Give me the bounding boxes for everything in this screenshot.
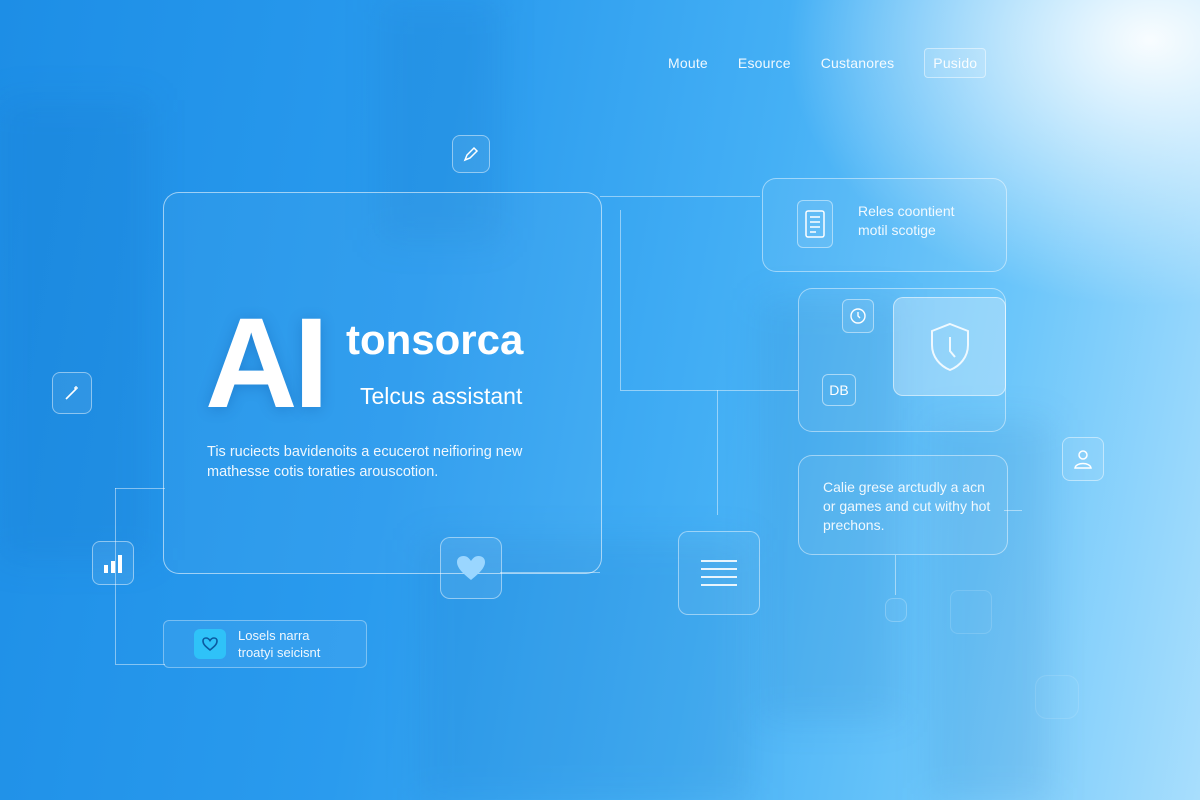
hero-ai-mark: AI	[205, 292, 329, 435]
chart-tile[interactable]	[92, 541, 134, 585]
info-card-top-text: Reles coontient motil scotige	[858, 203, 955, 238]
faded-tile	[885, 598, 907, 622]
faded-tile	[950, 590, 992, 634]
pencil-icon	[461, 144, 481, 164]
heart-tile[interactable]	[440, 537, 502, 599]
hero-description: Tis ruciects bavidenoits a ecucerot neif…	[207, 444, 523, 480]
clock-icon	[849, 307, 867, 325]
text-card-body: Calie grese arctudly a acn or games and …	[823, 479, 991, 533]
user-icon	[1072, 448, 1094, 470]
floating-tile[interactable]	[52, 372, 92, 414]
shield-tile[interactable]	[893, 297, 1006, 396]
hero-subtitle: Telcus assistant	[360, 383, 523, 409]
user-tile[interactable]	[1062, 437, 1104, 481]
heart-icon	[455, 554, 487, 582]
bar-chart-icon	[101, 552, 125, 574]
faded-tile	[1035, 675, 1079, 719]
connector-line	[620, 210, 621, 390]
connector-line	[717, 390, 718, 515]
db-label: DB	[822, 374, 856, 406]
connector-line	[620, 390, 798, 391]
list-icon	[699, 558, 739, 588]
connector-line	[115, 664, 165, 665]
connector-line	[895, 555, 896, 595]
nav-link-custanores[interactable]: Custanores	[821, 55, 895, 71]
floating-tile[interactable]	[452, 135, 490, 173]
list-tile[interactable]	[678, 531, 760, 615]
top-navigation: Moute Esource Custanores Pusido	[668, 48, 987, 78]
background-shape	[0, 100, 150, 560]
clock-tile	[842, 299, 874, 333]
nav-link-esource[interactable]: Esource	[738, 55, 791, 71]
connector-line	[600, 196, 760, 197]
mini-card[interactable]: Losels narra troatyi seicisnt	[163, 620, 367, 668]
connector-line	[115, 488, 165, 489]
wand-icon	[62, 383, 82, 403]
chat-heart-icon	[194, 629, 226, 659]
shield-icon	[927, 321, 973, 373]
nav-link-moute[interactable]: Moute	[668, 55, 708, 71]
document-tile	[797, 200, 833, 248]
hero-brand-name: tonsorca	[346, 316, 524, 363]
nav-button[interactable]: Pusido	[924, 48, 987, 78]
document-icon	[804, 209, 826, 239]
mini-card-text: Losels narra troatyi seicisnt	[238, 628, 321, 660]
